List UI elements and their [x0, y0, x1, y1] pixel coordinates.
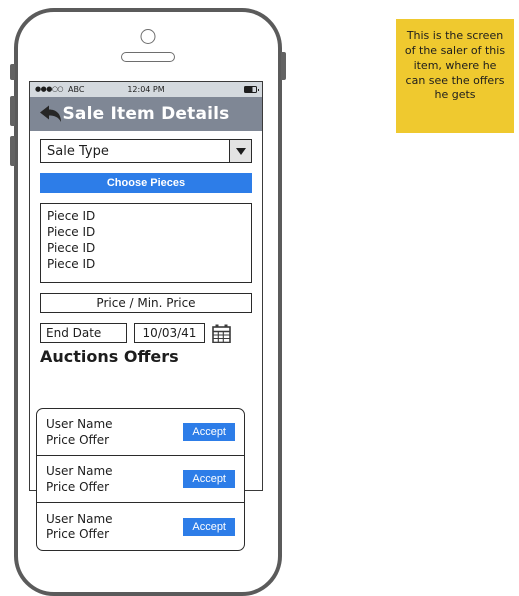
signal-strength-icon: ●●●○○ [35, 85, 64, 93]
table-row[interactable]: User Name Price Offer Accept [37, 503, 244, 550]
price-input[interactable]: Price / Min. Price [40, 293, 252, 313]
sale-type-dropdown[interactable]: Sale Type [40, 139, 252, 163]
list-item[interactable]: Piece ID [47, 241, 251, 257]
list-item[interactable]: Piece ID [47, 225, 251, 241]
offers-list: User Name Price Offer Accept User Name P… [36, 408, 245, 551]
status-time: 12:04 PM [127, 85, 165, 94]
back-arrow-icon[interactable] [38, 103, 64, 125]
carrier-label: ABC [68, 85, 85, 94]
annotation-text: This is the screen of the saler of this … [404, 29, 506, 102]
list-item[interactable]: Piece ID [47, 209, 251, 225]
chevron-down-icon[interactable] [229, 139, 252, 163]
offer-price: Price Offer [46, 479, 110, 494]
table-row[interactable]: User Name Price Offer Accept [37, 456, 244, 503]
front-camera-icon [140, 29, 156, 44]
annotation-sticky-note: This is the screen of the saler of this … [396, 19, 514, 133]
date-row: End Date 10/03/41 [40, 323, 252, 343]
offer-user-name: User Name [46, 511, 113, 526]
page-title: Sale Item Details [62, 104, 230, 124]
offer-user-name: User Name [46, 464, 113, 479]
offer-user-name: User Name [46, 417, 113, 432]
silent-switch[interactable] [10, 64, 15, 80]
form-body: Sale Type Choose Pieces Piece ID Piece I… [30, 131, 262, 366]
choose-pieces-button[interactable]: Choose Pieces [40, 173, 252, 193]
offer-price: Price Offer [46, 527, 110, 541]
sale-type-value[interactable]: Sale Type [40, 139, 229, 163]
volume-down-button[interactable] [10, 136, 15, 166]
auctions-offers-heading: Auctions Offers [40, 347, 179, 366]
accept-button[interactable]: Accept [183, 470, 235, 488]
list-item[interactable]: Piece ID [47, 257, 251, 273]
volume-up-button[interactable] [10, 96, 15, 126]
accept-button[interactable]: Accept [183, 517, 235, 536]
accept-button[interactable]: Accept [183, 423, 235, 441]
piece-id-list[interactable]: Piece ID Piece ID Piece ID Piece ID [40, 203, 252, 283]
end-date-label-field[interactable]: End Date [40, 323, 127, 343]
app-header: Sale Item Details [30, 97, 262, 131]
calendar-icon[interactable] [212, 324, 231, 343]
end-date-value-field[interactable]: 10/03/41 [134, 323, 205, 343]
status-bar: ●●●○○ ABC 12:04 PM [30, 82, 262, 97]
power-button[interactable] [281, 52, 286, 80]
offer-price: Price Offer [46, 432, 110, 447]
battery-icon [244, 86, 259, 93]
table-row[interactable]: User Name Price Offer Accept [37, 409, 244, 456]
earpiece-speaker [121, 52, 175, 62]
